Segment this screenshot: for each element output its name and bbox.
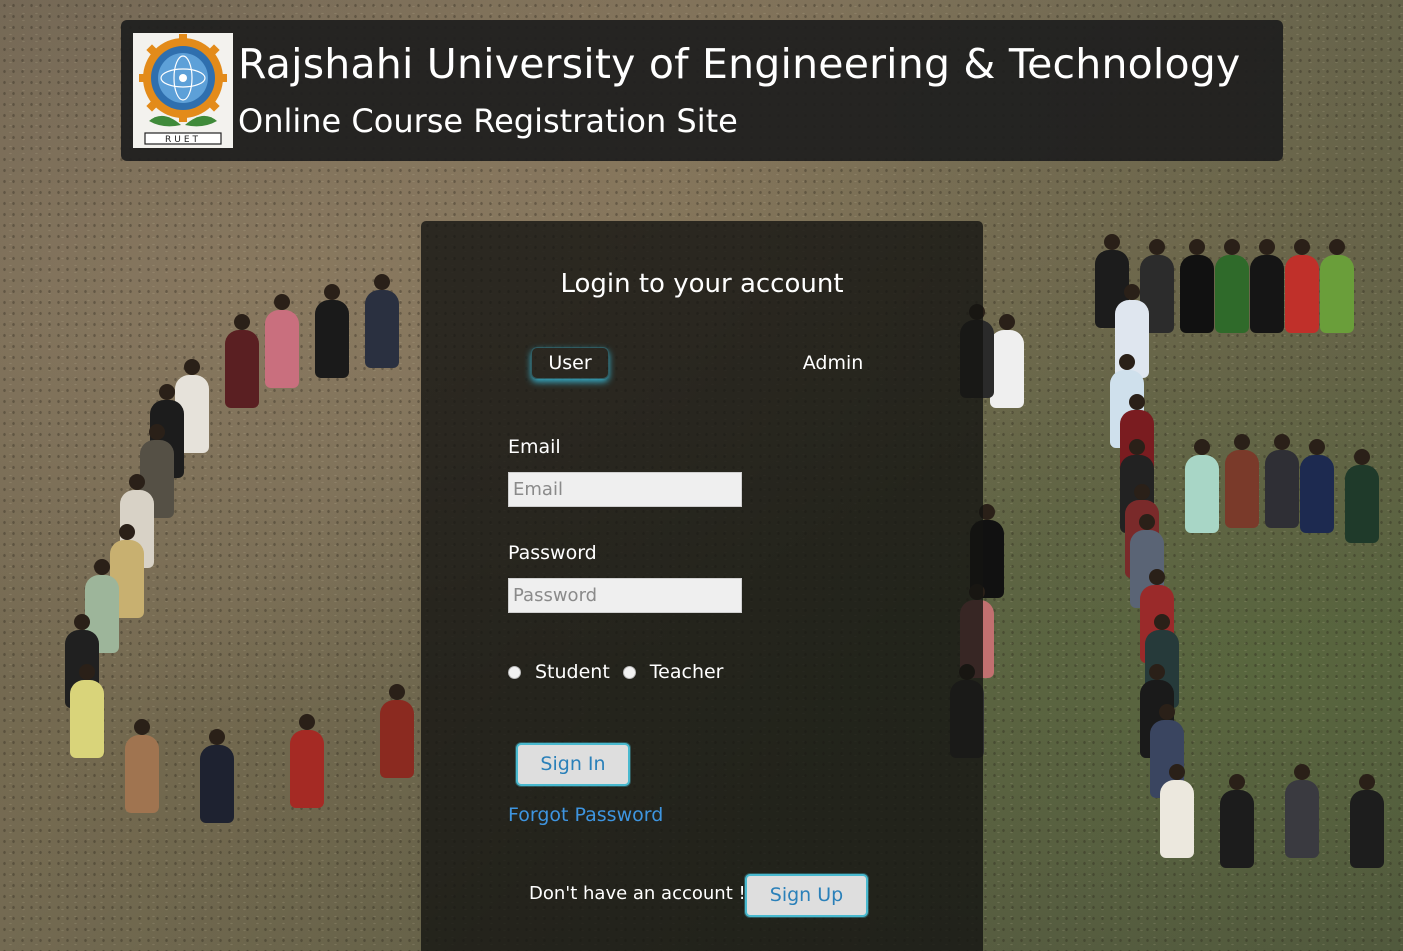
- email-field[interactable]: [508, 472, 742, 507]
- teacher-radio[interactable]: [622, 665, 636, 679]
- login-heading: Login to your account: [560, 269, 844, 299]
- student-radio[interactable]: [508, 665, 521, 679]
- teacher-radio-label[interactable]: Teacher: [650, 661, 724, 683]
- password-field[interactable]: [508, 578, 742, 613]
- forgot-password-link[interactable]: Forgot Password: [508, 804, 663, 826]
- email-label: Email: [508, 436, 561, 458]
- tab-admin[interactable]: Admin: [793, 347, 873, 379]
- student-radio-label[interactable]: Student: [535, 661, 610, 683]
- login-panel: Login to your account User Admin Email P…: [421, 221, 983, 951]
- signup-prompt: Don't have an account !: [529, 883, 746, 904]
- sign-in-button[interactable]: Sign In: [516, 743, 630, 786]
- site-header: RUET Rajshahi University of Engineering …: [121, 20, 1283, 161]
- svg-text:RUET: RUET: [165, 135, 201, 145]
- sign-up-button[interactable]: Sign Up: [745, 874, 868, 917]
- site-subtitle: Online Course Registration Site: [238, 102, 738, 140]
- university-title: Rajshahi University of Engineering & Tec…: [238, 40, 1241, 88]
- ruet-logo: RUET: [133, 33, 233, 148]
- tab-user[interactable]: User: [531, 347, 609, 379]
- role-radio-group: Student Teacher: [508, 659, 737, 685]
- password-label: Password: [508, 542, 597, 564]
